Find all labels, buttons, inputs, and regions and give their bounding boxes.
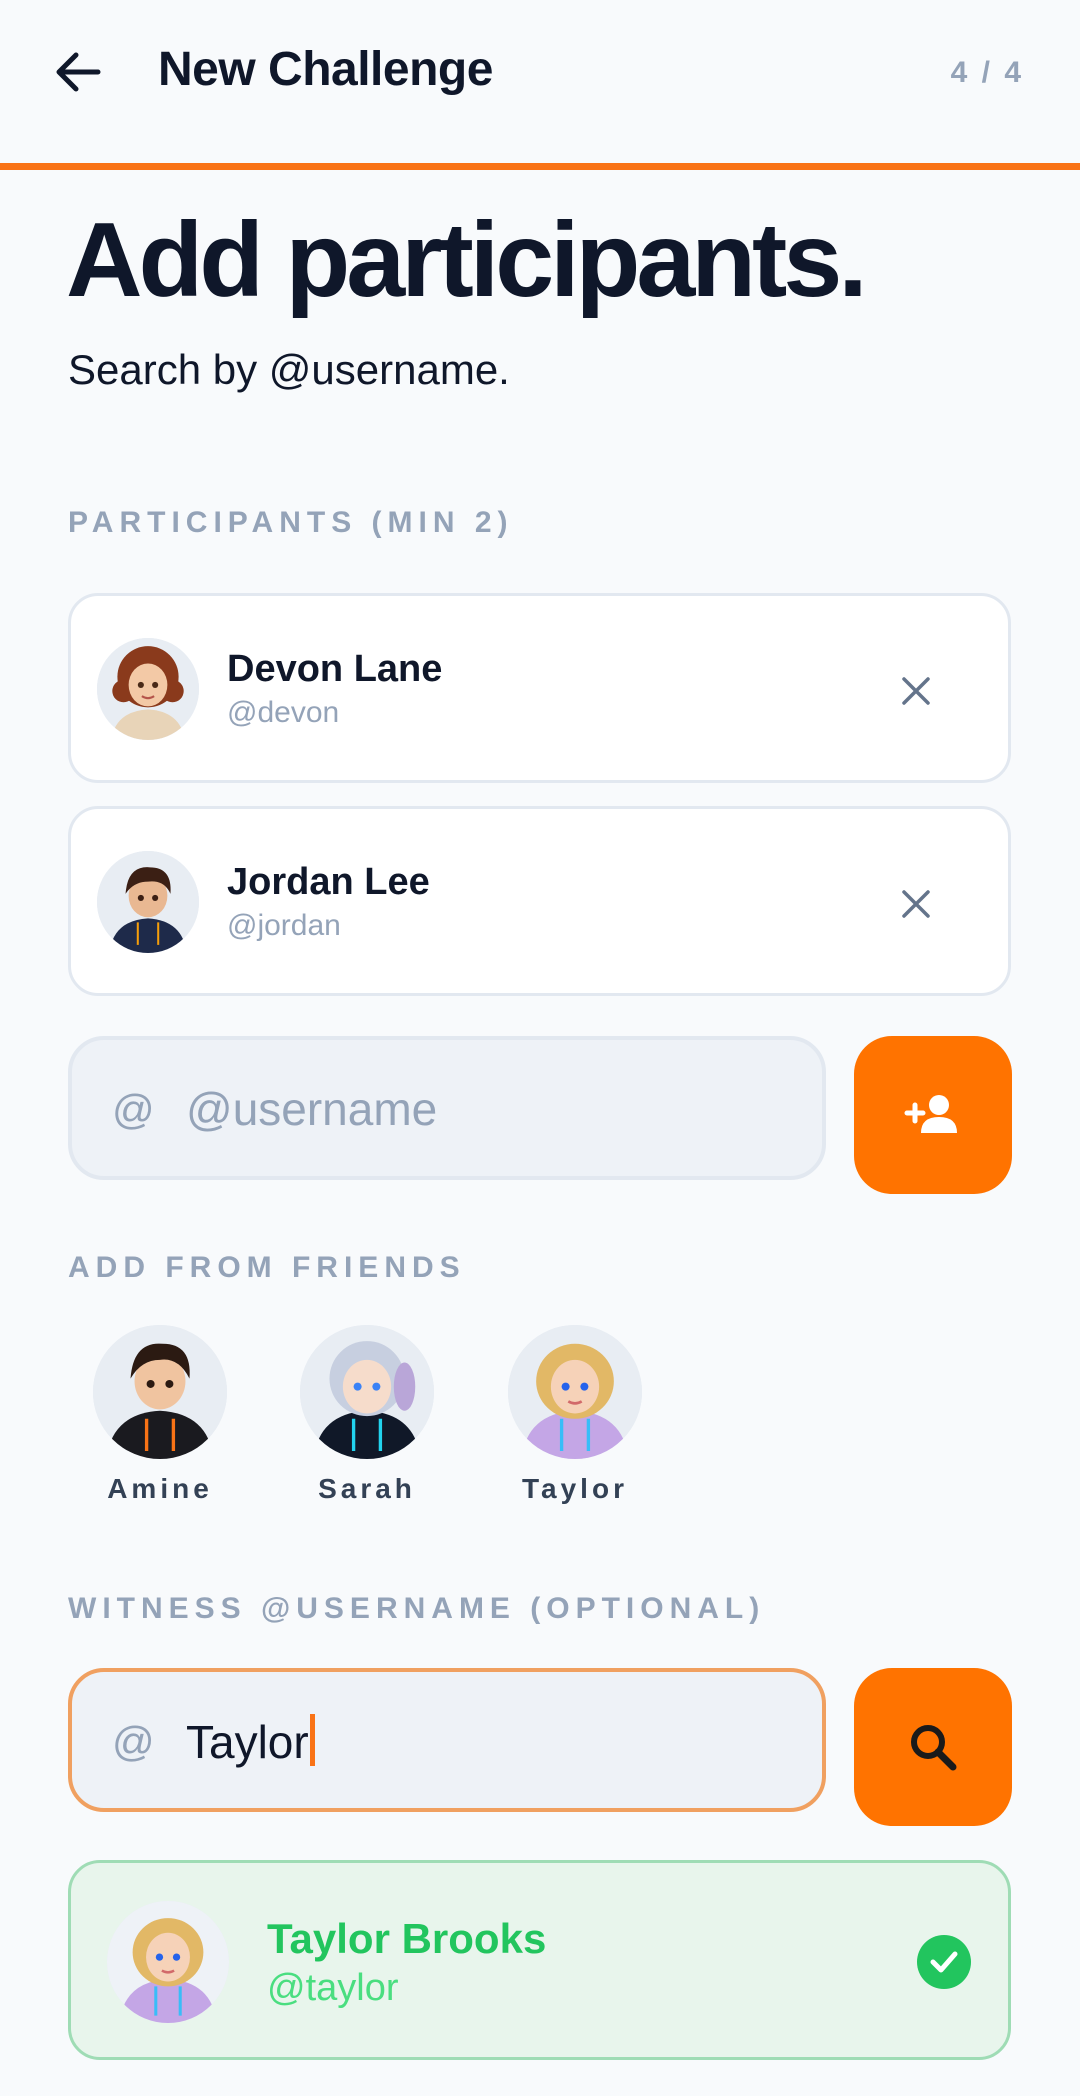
witness-input-value: Taylor: [186, 1714, 315, 1769]
friend-avatar: [300, 1325, 434, 1459]
progress-bar: [0, 163, 1080, 170]
witness-result-card[interactable]: Taylor Brooks @taylor: [68, 1860, 1011, 2060]
witness-input[interactable]: @ Taylor: [68, 1668, 826, 1812]
text-caret: [309, 1714, 315, 1766]
participant-avatar: [97, 851, 199, 953]
progress-fill: [0, 163, 1080, 170]
witness-name: Taylor Brooks: [267, 1915, 547, 1962]
friend-chip[interactable]: Taylor: [495, 1325, 655, 1505]
app-header: New Challenge 4 / 4: [0, 0, 1080, 163]
page-subtitle: Search by @username.: [68, 346, 510, 393]
close-icon: [902, 890, 930, 918]
back-button[interactable]: [52, 46, 104, 98]
friend-chip[interactable]: Sarah: [287, 1325, 447, 1505]
witness-avatar: [107, 1901, 229, 2023]
header-title: New Challenge: [158, 43, 493, 96]
participant-card: Jordan Lee @jordan: [68, 806, 1011, 996]
witness-label: WITNESS @USERNAME (OPTIONAL): [68, 1592, 766, 1625]
participants-label: PARTICIPANTS (MIN 2): [68, 506, 514, 539]
participant-handle: @devon: [227, 696, 340, 729]
participant-avatar: [97, 638, 199, 740]
page-title: Add participants.: [66, 201, 868, 319]
add-participant-button[interactable]: [854, 1036, 1012, 1194]
participant-name: Devon Lane: [227, 648, 443, 690]
at-prefix: @: [112, 1718, 155, 1765]
friend-name: Amine: [107, 1473, 213, 1504]
remove-participant-button[interactable]: [891, 879, 941, 929]
search-icon: [911, 1725, 957, 1771]
participant-card: Devon Lane @devon: [68, 593, 1011, 783]
close-icon: [902, 677, 930, 705]
friend-avatar: [508, 1325, 642, 1459]
add-person-icon: [904, 1095, 957, 1133]
at-prefix: @: [112, 1086, 155, 1133]
username-input[interactable]: @ @username: [68, 1036, 826, 1180]
friends-label: ADD FROM FRIENDS: [68, 1251, 466, 1284]
username-placeholder: @username: [186, 1083, 438, 1135]
witness-search-button[interactable]: [854, 1668, 1012, 1826]
witness-handle: @taylor: [267, 1967, 399, 2009]
step-indicator: 4 / 4: [950, 56, 1024, 89]
participant-name: Jordan Lee: [227, 861, 430, 903]
arrow-left-icon: [56, 52, 101, 92]
friend-name: Sarah: [318, 1473, 416, 1504]
friend-avatar: [93, 1325, 227, 1459]
remove-participant-button[interactable]: [891, 666, 941, 716]
check-circle-icon: [917, 1935, 971, 1989]
friend-chip[interactable]: Amine: [80, 1325, 240, 1505]
friend-name: Taylor: [522, 1473, 628, 1504]
participant-handle: @jordan: [227, 909, 341, 942]
witness-value-text: Taylor: [186, 1716, 309, 1768]
